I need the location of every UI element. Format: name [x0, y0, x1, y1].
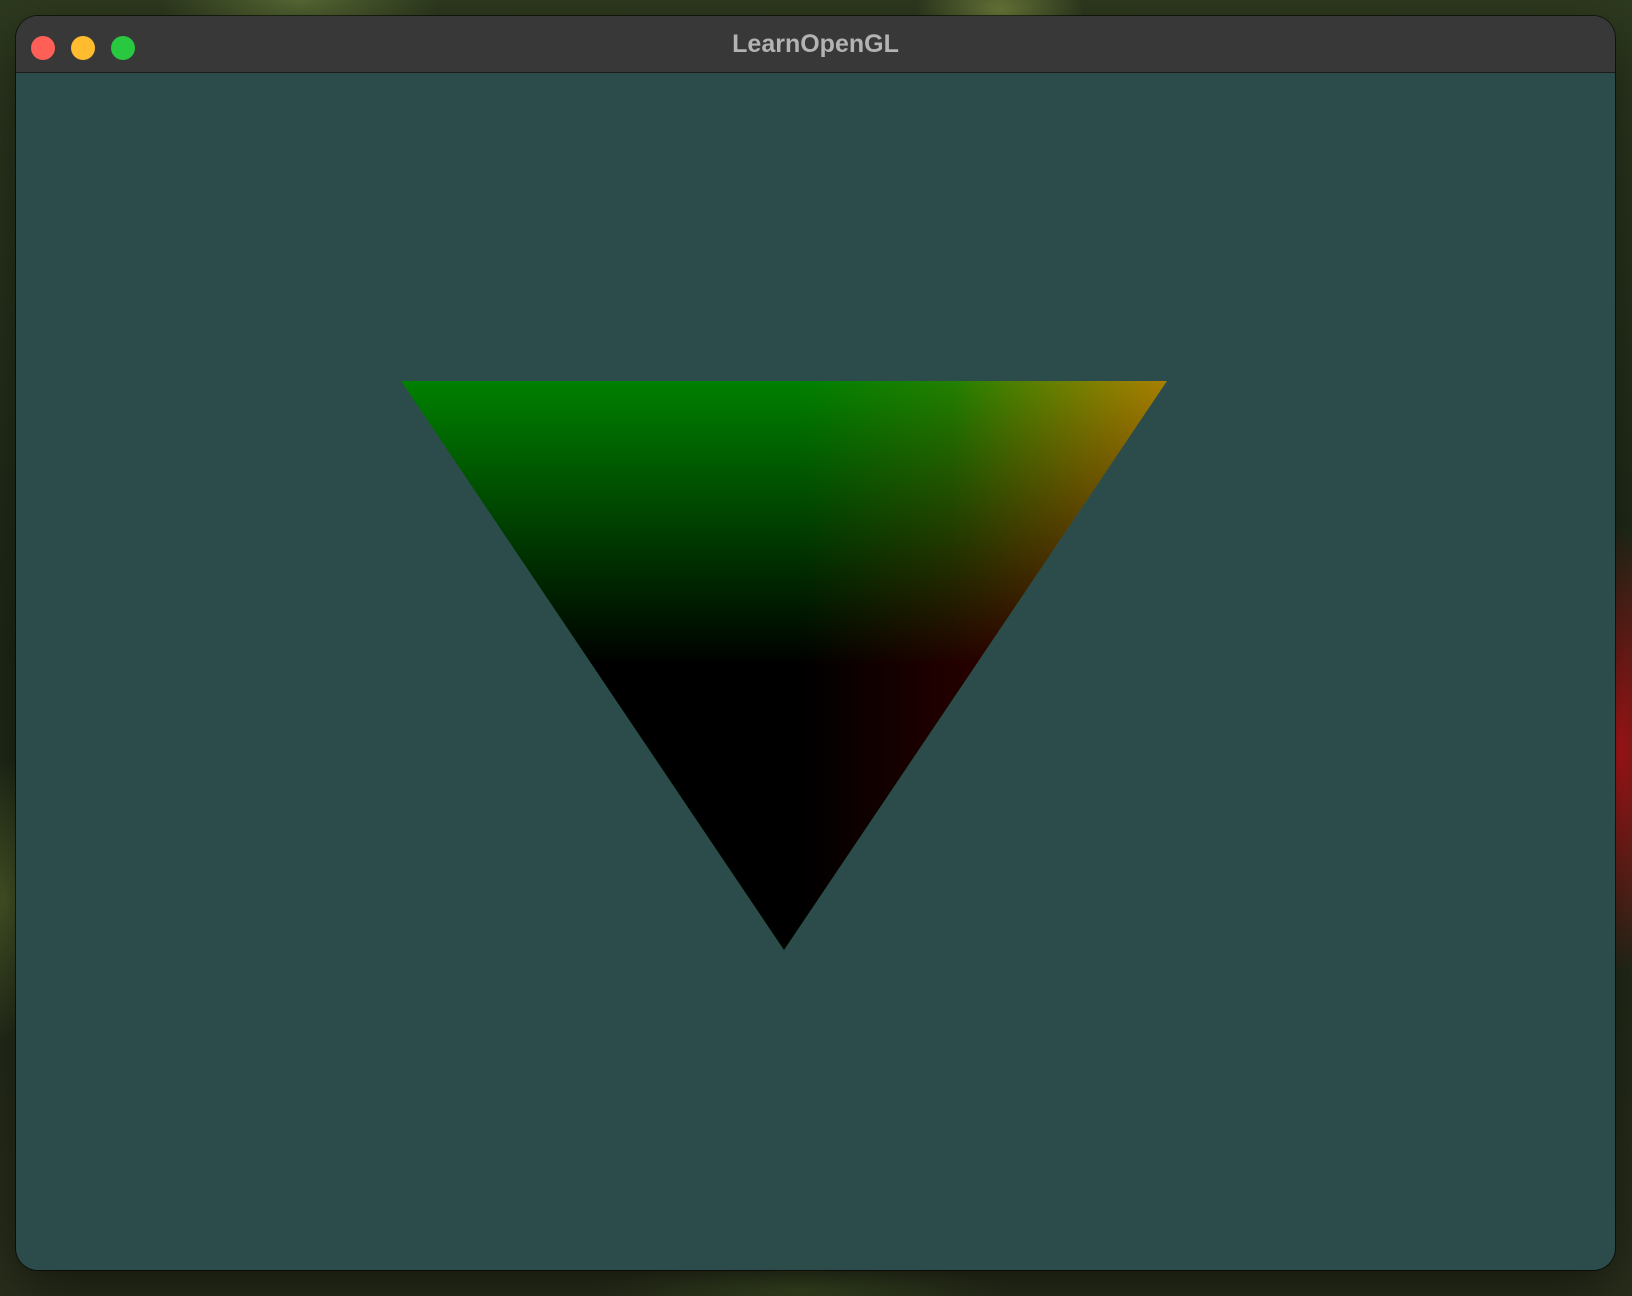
- opengl-viewport[interactable]: [16, 73, 1615, 1270]
- window-title: LearnOpenGL: [732, 30, 899, 58]
- app-window: LearnOpenGL: [16, 16, 1615, 1270]
- title-bar[interactable]: LearnOpenGL: [16, 16, 1615, 73]
- render-canvas: [401, 381, 1167, 950]
- triangle-red-tint: [401, 381, 1167, 950]
